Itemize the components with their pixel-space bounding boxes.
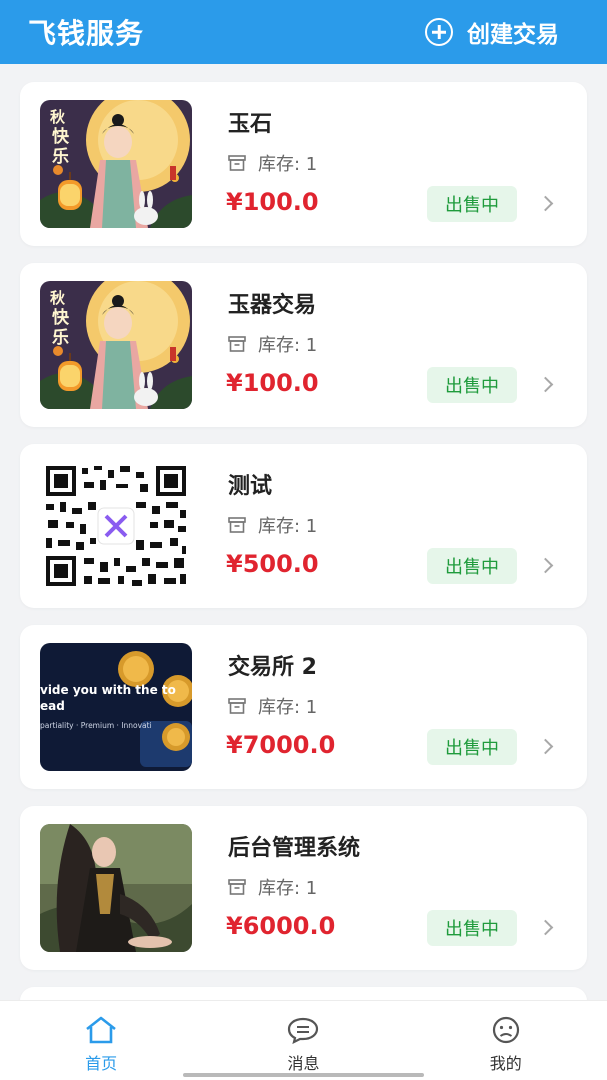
stock-info: 库存: 1 [228,874,317,900]
product-card[interactable]: 秋 快 乐 玉器交易 库存: 1 ¥100.0 出售中 [20,263,587,427]
chevron-right-icon[interactable] [537,738,554,755]
svg-text:快: 快 [52,126,70,147]
status-badge: 出售中 [427,729,517,765]
app-header: 飞钱服务 创建交易 [0,0,607,64]
stock-label: 库存: 1 [258,335,318,356]
chevron-right-icon[interactable] [537,376,554,393]
box-icon [228,879,246,895]
box-icon [228,336,246,352]
product-thumbnail [40,824,192,952]
svg-text:乐: 乐 [52,147,69,167]
tab-messages[interactable]: 消息 [228,1001,378,1080]
product-card[interactable]: 测试 库存: 1 ¥500.0 出售中 [20,444,587,608]
stock-label: 库存: 1 [258,878,318,899]
svg-text:快: 快 [52,307,70,328]
character-portrait-image [40,824,192,952]
stock-info: 库存: 1 [228,693,317,719]
product-price: ¥100.0 [226,188,319,216]
product-price: ¥6000.0 [226,912,336,940]
profile-icon [492,1016,519,1044]
tab-profile[interactable]: 我的 [431,1001,581,1080]
product-card[interactable]: 秋 快 乐 玉石 库存: 1 ¥100.0 出售中 [20,82,587,246]
svg-text:ead: ead [40,699,65,713]
plus-circle-icon [425,18,453,46]
qr-code-image [40,462,192,590]
svg-text:partiality · Premium · Innovat: partiality · Premium · Innovati [40,721,152,730]
chevron-right-icon[interactable] [537,919,554,936]
svg-text:秋: 秋 [50,289,66,307]
status-badge: 出售中 [427,548,517,584]
product-thumbnail: 秋 快 乐 [40,281,192,409]
bitcoin-banner-image: vide you with the to ead partiality · Pr… [40,643,192,771]
stock-info: 库存: 1 [228,512,317,538]
mid-autumn-image: 秋 快 乐 [40,100,192,228]
box-icon [228,517,246,533]
product-price: ¥7000.0 [226,731,336,759]
bottom-tab-bar: 首页 消息 我的 [0,1000,607,1080]
product-thumbnail: 秋 快 乐 [40,100,192,228]
message-icon [288,1017,319,1044]
stock-info: 库存: 1 [228,331,317,357]
create-trade-button[interactable]: 创建交易 [425,15,559,49]
tab-home-label: 首页 [85,1054,118,1073]
status-badge: 出售中 [427,910,517,946]
chevron-right-icon[interactable] [537,557,554,574]
mid-autumn-image: 秋 快 乐 [40,281,192,409]
product-list: 秋 快 乐 玉石 库存: 1 ¥100.0 出售中 秋 快 乐 玉器交易 库存:… [20,82,587,1044]
box-icon [228,155,246,171]
box-icon [228,698,246,714]
stock-label: 库存: 1 [258,154,318,175]
product-title: 玉器交易 [228,293,317,318]
status-badge: 出售中 [427,367,517,403]
home-indicator [183,1073,424,1077]
tab-home[interactable]: 首页 [26,1001,176,1080]
create-trade-label: 创建交易 [467,22,559,48]
stock-label: 库存: 1 [258,516,318,537]
product-price: ¥100.0 [226,369,319,397]
tab-profile-label: 我的 [489,1054,522,1073]
product-title: 后台管理系统 [228,836,361,861]
product-title: 测试 [228,474,273,499]
product-title: 交易所 2 [228,655,317,680]
product-card[interactable]: 后台管理系统 库存: 1 ¥6000.0 出售中 [20,806,587,970]
chevron-right-icon[interactable] [537,195,554,212]
svg-text:vide you with the to: vide you with the to [40,683,176,697]
stock-label: 库存: 1 [258,697,318,718]
tab-messages-label: 消息 [287,1054,320,1073]
product-thumbnail: vide you with the to ead partiality · Pr… [40,643,192,771]
product-price: ¥500.0 [226,550,319,578]
product-title: 玉石 [228,112,273,137]
status-badge: 出售中 [427,186,517,222]
app-title: 飞钱服务 [28,17,145,50]
product-thumbnail [40,462,192,590]
svg-text:乐: 乐 [52,328,69,348]
stock-info: 库存: 1 [228,150,317,176]
svg-text:秋: 秋 [50,108,66,126]
product-card[interactable]: vide you with the to ead partiality · Pr… [20,625,587,789]
home-icon [86,1016,116,1044]
